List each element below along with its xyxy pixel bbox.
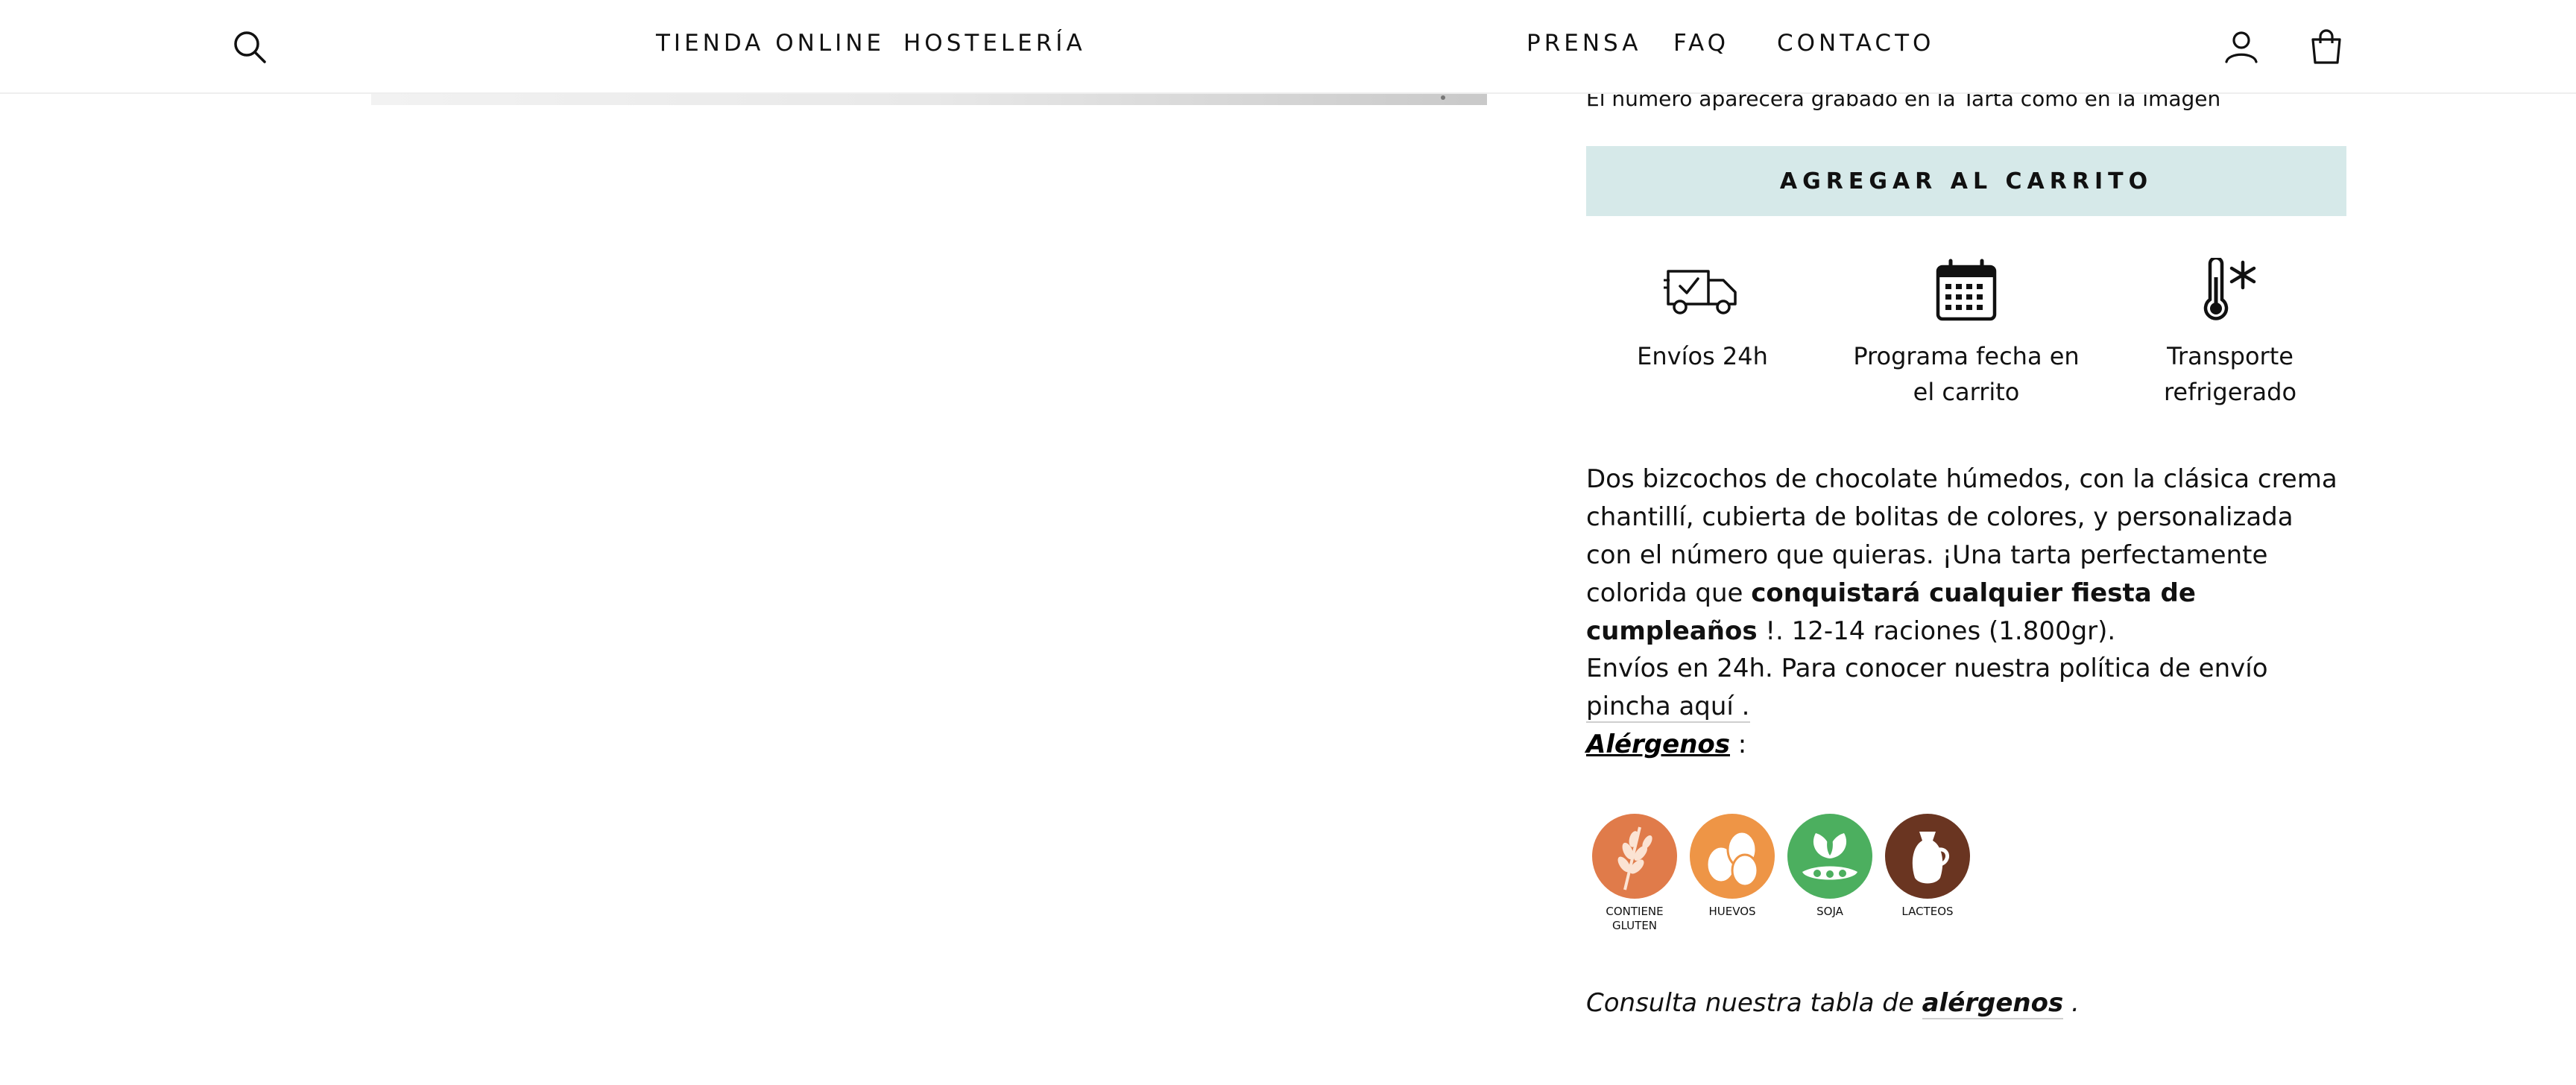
nav-prensa[interactable]: PRENSA bbox=[1527, 30, 1641, 57]
feature-schedule: Programa fecha en el carrito bbox=[1847, 258, 2086, 410]
delivery-truck-icon bbox=[1583, 258, 1822, 322]
allergen-table-note: Consulta nuestra tabla de alérgenos . bbox=[1586, 988, 2346, 1019]
nav-faq[interactable]: FAQ bbox=[1673, 30, 1729, 57]
dairy-icon bbox=[1885, 814, 1970, 899]
gallery-dot-icon bbox=[1441, 95, 1445, 100]
eggs-icon bbox=[1690, 814, 1775, 899]
site-header: TIENDA ONLINE HOSTELERÍA PRENSA FAQ CONT… bbox=[0, 0, 2576, 94]
description-tail: !. 12-14 raciones (1.800gr). bbox=[1757, 616, 2116, 646]
allergen-eggs: HUEVOS bbox=[1684, 812, 1781, 919]
feature-refrigerated: Transporte refrigerado bbox=[2111, 256, 2349, 410]
thermometer-snowflake-icon bbox=[2111, 256, 2349, 322]
feature-shipping-label: Envíos 24h bbox=[1637, 342, 1768, 370]
consult-text: Consulta nuestra tabla de bbox=[1586, 988, 1922, 1018]
product-image-edge bbox=[371, 92, 1487, 105]
account-icon[interactable] bbox=[2223, 28, 2260, 66]
allergen-soy-label: SOJA bbox=[1816, 905, 1843, 918]
nav-hosteleria[interactable]: HOSTELERÍA bbox=[903, 30, 1086, 57]
allergen-dairy-label: LACTEOS bbox=[1901, 905, 1954, 918]
allergen-gluten: CONTIENE GLUTEN bbox=[1586, 812, 1683, 933]
add-to-cart-button[interactable]: AGREGAR AL CARRITO bbox=[1586, 146, 2346, 216]
allergens-title-suffix: : bbox=[1730, 730, 1747, 759]
gluten-icon bbox=[1592, 814, 1677, 899]
consult-suffix: . bbox=[2063, 988, 2080, 1018]
nav-contacto[interactable]: CONTACTO bbox=[1777, 30, 1934, 57]
allergen-soy: SOJA bbox=[1781, 812, 1878, 919]
calendar-icon bbox=[1847, 258, 2086, 322]
product-description: Dos bizcochos de chocolate húmedos, con … bbox=[1586, 461, 2346, 651]
allergen-eggs-label: HUEVOS bbox=[1708, 905, 1756, 918]
allergen-table-link[interactable]: alérgenos bbox=[1922, 988, 2064, 1019]
shipping-text: Envíos en 24h. Para conocer nuestra polí… bbox=[1586, 654, 2268, 683]
feature-schedule-label: Programa fecha en el carrito bbox=[1853, 342, 2080, 406]
shipping-policy-link[interactable]: pincha aquí . bbox=[1586, 692, 1750, 723]
search-icon[interactable] bbox=[231, 28, 268, 66]
feature-refrigerated-label: Transporte refrigerado bbox=[2163, 342, 2297, 406]
allergen-table-link-label: alérgenos bbox=[1922, 988, 2064, 1018]
cart-icon[interactable] bbox=[2308, 28, 2345, 66]
allergens-heading: Alérgenos : bbox=[1586, 726, 2346, 764]
soy-icon bbox=[1787, 814, 1872, 899]
nav-tienda-online[interactable]: TIENDA ONLINE bbox=[656, 30, 885, 57]
shipping-info: Envíos en 24h. Para conocer nuestra polí… bbox=[1586, 650, 2346, 726]
allergen-dairy: LACTEOS bbox=[1879, 812, 1976, 919]
allergens-title: Alérgenos bbox=[1586, 730, 1730, 759]
allergen-gluten-label: CONTIENE GLUTEN bbox=[1606, 905, 1664, 932]
feature-shipping: Envíos 24h bbox=[1583, 258, 1822, 374]
